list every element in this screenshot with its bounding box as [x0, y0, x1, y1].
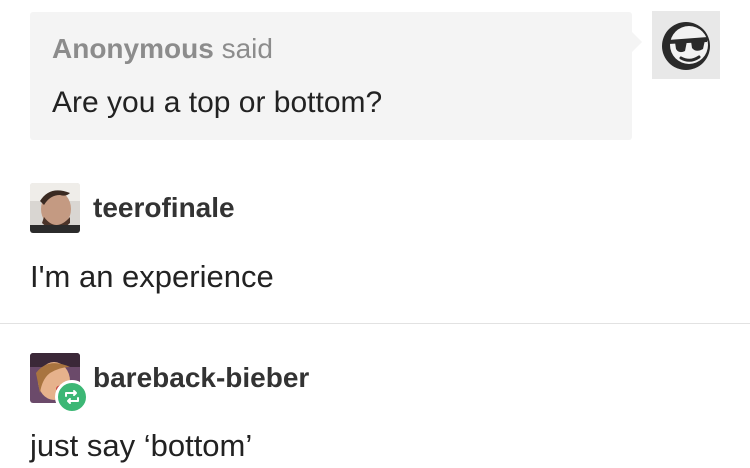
reblog-badge [55, 380, 89, 414]
post-body: just say ‘bottom’ [30, 428, 253, 463]
tumblr-post-thread: Anonymous said Are you a top or bottom? [0, 0, 750, 468]
post-header: teerofinale [30, 183, 235, 233]
user-photo-avatar [30, 183, 80, 233]
avatar[interactable] [30, 183, 80, 233]
post-username[interactable]: bareback-bieber [93, 362, 309, 394]
divider [0, 323, 750, 324]
ask-box: Anonymous said Are you a top or bottom? [30, 12, 642, 140]
post-body: I'm an experience [30, 259, 274, 294]
post-header: bareback-bieber [30, 353, 309, 414]
reblog-icon [65, 390, 79, 404]
said-label: said [221, 33, 273, 64]
sunglasses-face-icon [662, 22, 710, 70]
post-username[interactable]: teerofinale [93, 192, 235, 224]
ask-question: Are you a top or bottom? [52, 86, 383, 119]
asker-name[interactable]: Anonymous [52, 33, 214, 64]
ask-header: Anonymous said [52, 33, 273, 65]
anonymous-avatar[interactable] [652, 11, 720, 79]
avatar-wrapper [30, 353, 89, 414]
